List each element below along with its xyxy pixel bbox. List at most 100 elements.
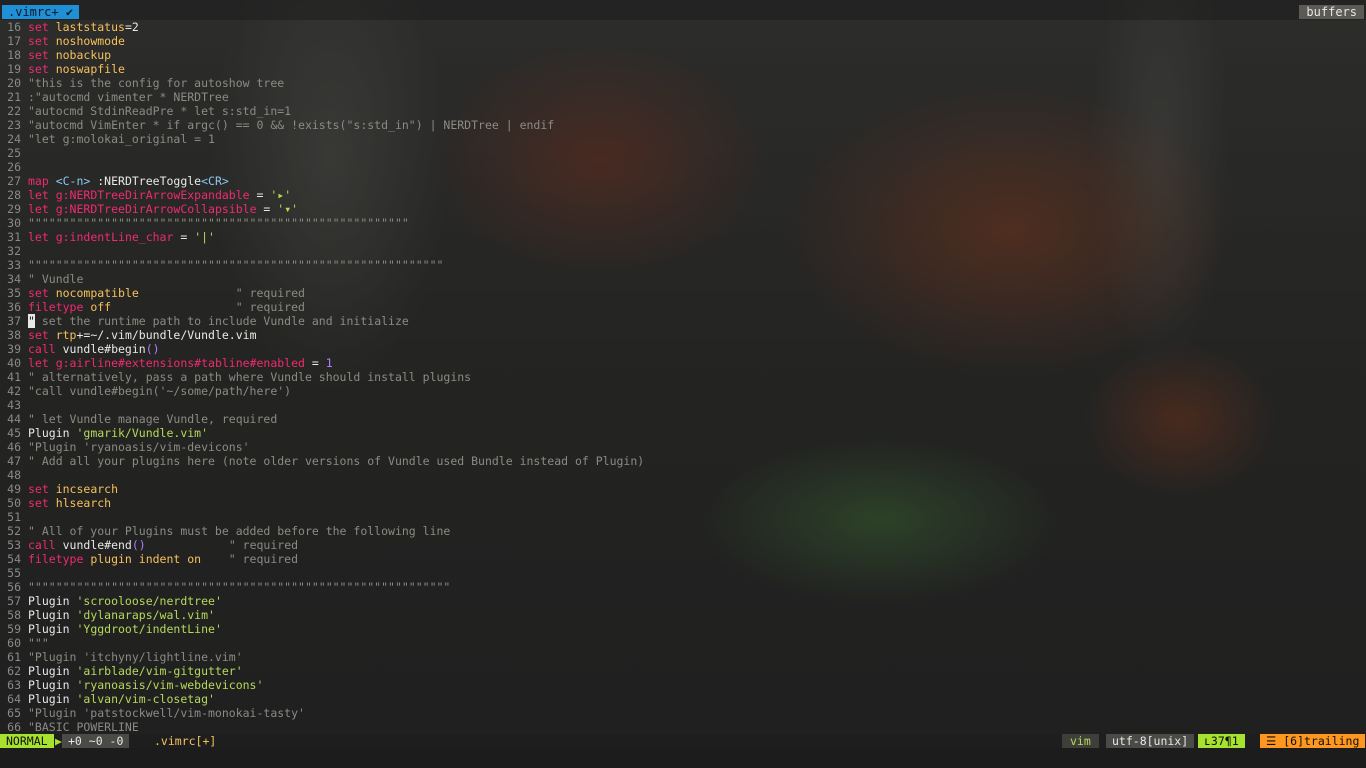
code-token: 'scrooloose/nerdtree' <box>76 594 222 608</box>
code-token: 'airblade/vim-gitgutter' <box>76 664 243 678</box>
code-line[interactable]: 54 filetype plugin indent on " required <box>0 552 298 566</box>
git-hunks-summary: +0 ~0 -0 <box>62 734 130 748</box>
code-line[interactable]: 52 " All of your Plugins must be added be… <box>0 524 450 538</box>
code-line[interactable]: 26 <box>0 160 28 174</box>
code-line[interactable]: 53 call vundle#end() " required <box>0 538 298 552</box>
code-line[interactable]: 38 set rtp+=~/.vim/bundle/Vundle.vim <box>0 328 256 342</box>
line-number: 48 <box>7 468 21 482</box>
code-token: g:indentLine_char <box>55 230 174 244</box>
code-line[interactable]: 34 " Vundle <box>0 272 83 286</box>
code-line[interactable]: 51 <box>0 510 28 524</box>
code-token: let <box>28 202 56 216</box>
code-token: Plugin <box>28 608 77 622</box>
line-number: 55 <box>7 566 21 580</box>
code-line[interactable]: 44 " let Vundle manage Vundle, required <box>0 412 277 426</box>
line-number: 65 <box>7 706 21 720</box>
code-line[interactable]: 60 """ <box>0 636 49 650</box>
code-line[interactable]: 43 <box>0 398 28 412</box>
code-line[interactable]: 25 <box>0 146 28 160</box>
code-line[interactable]: 42 "call vundle#begin('~/some/path/here') <box>0 384 291 398</box>
code-line[interactable]: 28 let g:NERDTreeDirArrowExpandable = '▸' <box>0 188 291 202</box>
code-line[interactable]: 65 "Plugin 'patstockwell/vim-monokai-tast… <box>0 706 305 720</box>
code-token: g:NERDTreeDirArrowCollapsible <box>55 202 257 216</box>
command-line[interactable] <box>0 748 1366 768</box>
line-number: 38 <box>7 328 21 342</box>
tabline: .vimrc+ ✔ buffers <box>0 0 1366 20</box>
code-line[interactable]: 18 set nobackup <box>0 48 111 62</box>
line-number: 32 <box>7 244 21 258</box>
code-line[interactable]: 49 set incsearch <box>0 482 118 496</box>
line-number: 50 <box>7 496 21 510</box>
tab-label: .vimrc+ <box>8 5 59 19</box>
code-token: nocompatible <box>55 286 139 300</box>
line-number: 66 <box>7 720 21 734</box>
code-token: " let Vundle manage Vundle, required <box>28 412 278 426</box>
code-line[interactable]: 31 let g:indentLine_char = '|' <box>0 230 215 244</box>
tab-marker-icon: ✔ <box>65 5 74 19</box>
line-number: 39 <box>7 342 21 356</box>
code-line[interactable]: 50 set hlsearch <box>0 496 111 510</box>
code-line[interactable]: 30 """"""""""""""""""""""""""""""""""""""… <box>0 216 409 230</box>
code-line[interactable]: 47 " Add all your plugins here (note olde… <box>0 454 644 468</box>
code-line[interactable]: 58 Plugin 'dylanaraps/wal.vim' <box>0 608 215 622</box>
line-number: 42 <box>7 384 21 398</box>
code-line[interactable]: 41 " alternatively, pass a path where Vun… <box>0 370 471 384</box>
code-token: let <box>28 230 56 244</box>
code-token: set <box>28 286 56 300</box>
code-line[interactable]: 27 map <C-n> :NERDTreeToggle<CR> <box>0 174 229 188</box>
code-line[interactable]: 33 """"""""""""""""""""""""""""""""""""""… <box>0 258 443 272</box>
code-line[interactable]: 46 "Plugin 'ryanoasis/vim-devicons' <box>0 440 250 454</box>
code-token: " Add all your plugins here (note older … <box>28 454 645 468</box>
code-line[interactable]: 19 set noswapfile <box>0 62 125 76</box>
code-token: nobackup <box>55 48 112 62</box>
line-number: 46 <box>7 440 21 454</box>
encoding-indicator: utf-8[unix] <box>1106 734 1195 748</box>
code-line[interactable]: 40 let g:airline#extensions#tabline#enabl… <box>0 356 333 370</box>
code-token: :"autocmd vimenter * NERDTree <box>28 90 229 104</box>
code-token: set <box>28 496 56 510</box>
code-token: filetype <box>28 552 91 566</box>
code-line[interactable]: 17 set noshowmode <box>0 34 125 48</box>
filetype-indicator: vim <box>1062 734 1099 748</box>
line-number: 24 <box>7 132 21 146</box>
code-line[interactable]: 37 " set the runtime path to include Vund… <box>0 314 409 328</box>
mode-indicator: NORMAL <box>0 734 54 748</box>
code-line[interactable]: 56 """"""""""""""""""""""""""""""""""""""… <box>0 580 450 594</box>
code-line[interactable]: 66 "BASIC POWERLINE <box>0 720 139 734</box>
code-line[interactable]: 48 <box>0 468 28 482</box>
code-token: = <box>249 188 271 202</box>
code-line[interactable]: 24 "let g:molokai_original = 1 <box>0 132 215 146</box>
line-number: 61 <box>7 650 21 664</box>
code-line[interactable]: 23 "autocmd VimEnter * if argc() == 0 && … <box>0 118 554 132</box>
line-number: 57 <box>7 594 21 608</box>
code-line[interactable]: 22 "autocmd StdinReadPre * let s:std_in=1 <box>0 104 291 118</box>
code-line[interactable]: 39 call vundle#begin() <box>0 342 159 356</box>
code-line[interactable]: 61 "Plugin 'itchyny/lightline.vim' <box>0 650 243 664</box>
code-line[interactable]: 29 let g:NERDTreeDirArrowCollapsible = '▾… <box>0 202 298 216</box>
code-line[interactable]: 16 set laststatus=2 <box>0 20 139 34</box>
code-line[interactable]: 62 Plugin 'airblade/vim-gitgutter' <box>0 664 243 678</box>
code-line[interactable]: 36 filetype off " required <box>0 300 305 314</box>
buffers-indicator[interactable]: buffers <box>1299 5 1364 19</box>
code-token: =2 <box>124 20 139 34</box>
code-line[interactable]: 59 Plugin 'Yggdroot/indentLine' <box>0 622 222 636</box>
line-number: 35 <box>7 286 21 300</box>
code-line[interactable]: 55 <box>0 566 28 580</box>
line-number: 34 <box>7 272 21 286</box>
code-line[interactable]: 64 Plugin 'alvan/vim-closetag' <box>0 692 215 706</box>
code-line[interactable]: 35 set nocompatible " required <box>0 286 305 300</box>
code-line[interactable]: 57 Plugin 'scrooloose/nerdtree' <box>0 594 222 608</box>
editor-text-area[interactable]: 16 set laststatus=2 17 set noshowmode 18 set … <box>0 20 1366 734</box>
code-token: "Plugin 'ryanoasis/vim-devicons' <box>28 440 250 454</box>
code-token: hlsearch <box>55 496 112 510</box>
code-token: set <box>28 34 56 48</box>
code-token: = <box>173 230 195 244</box>
code-line[interactable]: 20 "this is the config for autoshow tree <box>0 76 284 90</box>
code-line[interactable]: 45 Plugin 'gmarik/Vundle.vim' <box>0 426 208 440</box>
code-token: filetype <box>28 300 91 314</box>
code-line[interactable]: 21:"autocmd vimenter * NERDTree <box>0 90 229 104</box>
code-line[interactable]: 32 <box>0 244 28 258</box>
tab-vimrc[interactable]: .vimrc+ ✔ <box>2 5 80 19</box>
line-number: 29 <box>7 202 21 216</box>
code-line[interactable]: 63 Plugin 'ryanoasis/vim-webdevicons' <box>0 678 263 692</box>
